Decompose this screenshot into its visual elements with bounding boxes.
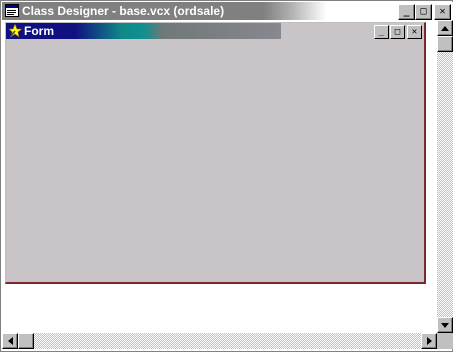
close-button[interactable]: ✕ (434, 4, 451, 20)
class-designer-window: Class Designer - base.vcx (ordsale) _ □ … (0, 0, 453, 352)
horizontal-scroll-thumb[interactable] (18, 333, 34, 349)
form-canvas[interactable] (6, 39, 424, 282)
close-icon: ✕ (411, 26, 418, 37)
form-title: Form (24, 24, 54, 38)
minimize-icon: _ (378, 26, 385, 37)
maximize-icon: □ (394, 26, 401, 37)
down-arrow-icon (441, 322, 449, 328)
minimize-icon: _ (403, 6, 410, 17)
scroll-right-button[interactable] (421, 333, 437, 349)
form-title-bar[interactable]: Form (6, 23, 281, 39)
class-designer-icon (5, 4, 19, 17)
window-controls: _ □ ✕ (398, 4, 451, 20)
vertical-scroll-thumb[interactable] (437, 36, 453, 52)
right-arrow-icon (426, 337, 432, 345)
scrollbar-corner (437, 333, 453, 349)
minimize-button[interactable]: _ (398, 4, 415, 20)
left-arrow-icon (7, 337, 13, 345)
close-icon: ✕ (439, 6, 446, 17)
maximize-button[interactable]: □ (415, 4, 432, 20)
form-close-button[interactable]: ✕ (407, 25, 422, 39)
vertical-scrollbar[interactable] (437, 20, 453, 333)
up-arrow-icon (441, 25, 449, 31)
form-wizard-icon (8, 23, 23, 38)
scroll-up-button[interactable] (437, 20, 453, 36)
window-title: Class Designer - base.vcx (ordsale) (22, 4, 225, 18)
scroll-down-button[interactable] (437, 317, 453, 333)
form-window[interactable]: Form _ □ ✕ (5, 22, 426, 284)
form-controls: _ □ ✕ (374, 25, 422, 39)
form-maximize-button[interactable]: □ (390, 25, 405, 39)
form-minimize-button[interactable]: _ (374, 25, 389, 39)
horizontal-scrollbar[interactable] (2, 333, 437, 349)
scroll-left-button[interactable] (2, 333, 18, 349)
maximize-icon: □ (420, 6, 427, 17)
title-bar[interactable]: Class Designer - base.vcx (ordsale) _ □ … (2, 2, 453, 20)
